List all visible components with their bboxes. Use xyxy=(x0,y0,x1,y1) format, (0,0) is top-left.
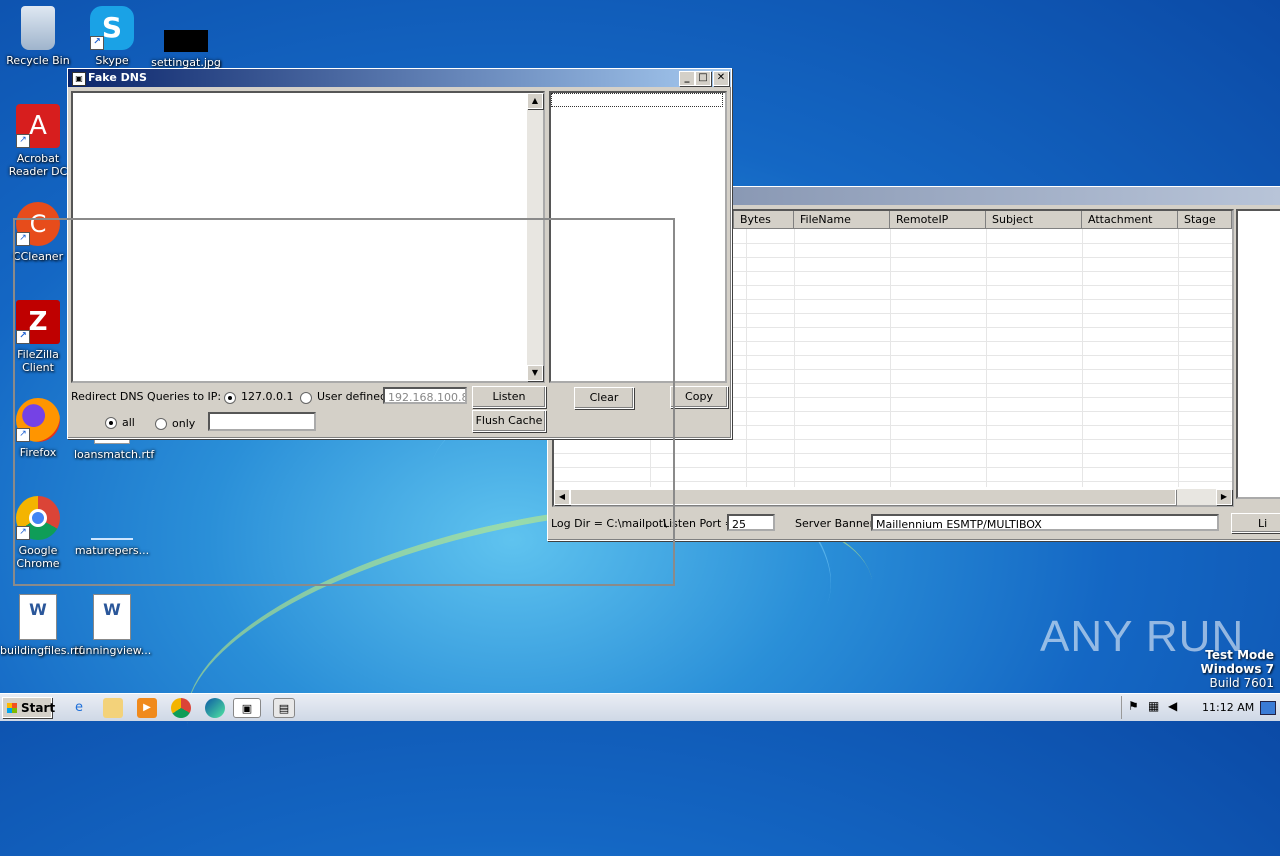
word-doc-icon: W xyxy=(93,594,131,640)
server-banner-label: Server Banner xyxy=(795,517,875,530)
shortcut-arrow-icon: ↗ xyxy=(90,36,104,50)
system-tray: ⚑ ▦ ◀ 11:12 AM xyxy=(1121,696,1280,719)
show-desktop-icon[interactable] xyxy=(1260,701,1276,715)
column-header-subject[interactable]: Subject xyxy=(986,211,1082,229)
flag-icon[interactable]: ⚑ xyxy=(1128,699,1139,713)
grid-column-line xyxy=(1178,229,1179,487)
chrome-taskbar-icon[interactable] xyxy=(171,698,191,718)
listen-port-field[interactable]: 25 xyxy=(727,514,775,531)
test-mode-notice: Test Mode Windows 7 Build 7601 xyxy=(1201,648,1274,690)
shortcut-arrow-icon: ↗ xyxy=(16,134,30,148)
maximize-button[interactable]: □ xyxy=(695,71,711,86)
grid-column-line xyxy=(986,229,987,487)
desktop-icon-acrobat[interactable]: A ↗ Acrobat Reader DC xyxy=(0,104,76,178)
grid-column-line xyxy=(890,229,891,487)
scroll-right-button[interactable]: ▶ xyxy=(1216,489,1232,505)
close-button[interactable]: ✕ xyxy=(713,71,729,86)
media-player-icon[interactable]: ▶ xyxy=(137,698,157,718)
grid-column-line xyxy=(1082,229,1083,487)
explorer-icon[interactable] xyxy=(103,698,123,718)
app-icon: ▣ xyxy=(72,72,86,86)
desktop-icon-runningview[interactable]: W runningview... xyxy=(74,594,152,657)
mailpot-taskbar-button[interactable]: ▤ xyxy=(273,698,295,718)
clock[interactable]: 11:12 AM xyxy=(1202,701,1254,714)
server-banner-field[interactable]: Maillennium ESMTP/MULTIBOX xyxy=(871,514,1219,531)
window-title: Fake DNS xyxy=(88,71,147,84)
column-header-filename[interactable]: FileName xyxy=(794,211,890,229)
desktop-icon-settingat[interactable]: settingat.jpg xyxy=(148,6,224,69)
image-file-icon xyxy=(164,30,208,52)
desktop-icon-label: Recycle Bin xyxy=(6,54,70,67)
fake-dns-taskbar-button[interactable]: ▣ xyxy=(233,698,261,718)
grid-column-line xyxy=(746,229,747,487)
build-label: Build 7601 xyxy=(1209,676,1274,690)
grid-column-line xyxy=(794,229,795,487)
desktop-icon-label: runningview... xyxy=(74,644,152,657)
edge-icon[interactable] xyxy=(205,698,225,718)
listen-button-partial[interactable]: Li xyxy=(1231,513,1280,533)
column-header-attachment[interactable]: Attachment xyxy=(1082,211,1178,229)
desktop-icon-label: Acrobat Reader DC xyxy=(8,152,68,178)
list-item-focused[interactable] xyxy=(551,93,723,107)
start-button[interactable]: Start xyxy=(2,697,55,718)
scroll-up-button[interactable]: ▲ xyxy=(527,93,543,109)
desktop-icon-buildingfiles[interactable]: W buildingfiles.rtf xyxy=(0,594,83,657)
column-header-bytes[interactable]: Bytes xyxy=(734,211,794,229)
fake-dns-titlebar[interactable]: ▣ Fake DNS _ □ ✕ xyxy=(68,69,731,87)
drag-selection-rectangle xyxy=(13,218,675,586)
network-icon[interactable]: ▦ xyxy=(1148,699,1159,713)
word-doc-icon: W xyxy=(19,594,57,640)
desktop-icon-label: buildingfiles.rtf xyxy=(0,644,83,657)
copy-button[interactable]: Copy xyxy=(670,386,728,408)
minimize-button[interactable]: _ xyxy=(679,71,695,86)
test-mode-label: Test Mode xyxy=(1205,648,1274,662)
skype-icon: S ↗ xyxy=(90,6,134,50)
desktop-icon-recycle-bin[interactable]: Recycle Bin xyxy=(0,6,76,67)
desktop-icon-skype[interactable]: S ↗ Skype xyxy=(74,6,150,67)
volume-icon[interactable]: ◀ xyxy=(1168,699,1177,713)
os-label: Windows 7 xyxy=(1200,662,1274,676)
taskbar: Start e ▶ ▣ ▤ ⚑ ▦ ◀ 11:12 AM xyxy=(0,693,1280,721)
column-header-remoteip[interactable]: RemoteIP xyxy=(890,211,986,229)
column-header-stage[interactable]: Stage xyxy=(1178,211,1232,229)
acrobat-icon: A ↗ xyxy=(16,104,60,148)
right-panel[interactable] xyxy=(1236,209,1280,499)
ie-icon[interactable]: e xyxy=(69,698,89,718)
recycle-bin-icon xyxy=(21,6,55,50)
desktop-icon-label: Skype xyxy=(95,54,129,67)
